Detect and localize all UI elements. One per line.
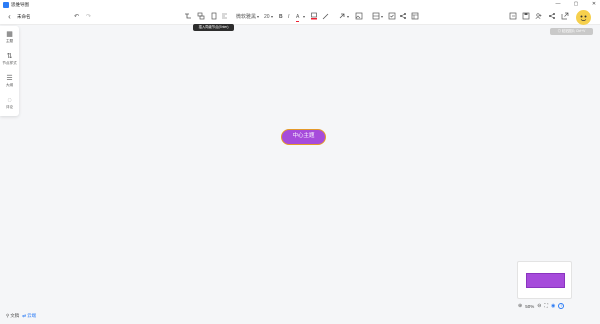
border-color-icon[interactable] (322, 12, 330, 22)
table-icon[interactable] (411, 12, 419, 22)
insert-sibling-icon[interactable] (196, 12, 205, 22)
share-icon[interactable] (548, 12, 556, 22)
image-icon[interactable] (355, 12, 363, 22)
bottom-left-bar: ⚲ 文稿 ⇄ 云端 (6, 311, 36, 320)
cloud-sync-icon: ⇄ (22, 312, 27, 318)
minimap[interactable] (517, 261, 572, 299)
toolbar-tooltip: 插入同级节点(Enter) (193, 24, 234, 31)
app-name: 思维导图 (11, 1, 29, 7)
minimap-node (526, 273, 565, 288)
open-external-icon[interactable] (561, 12, 569, 22)
redo-icon[interactable]: ↷ (84, 12, 93, 22)
central-topic-node[interactable]: 中心主题 (281, 129, 326, 145)
font-size-caret-icon[interactable]: ▾ (271, 12, 273, 22)
outline-icon: ☰ (6, 75, 13, 82)
font-family-select[interactable]: 微软雅黑 (236, 12, 256, 22)
cloud-label: 云端 (27, 312, 37, 318)
save-icon[interactable] (522, 12, 530, 22)
panel-item-label: 大纲 (5, 83, 14, 87)
window-controls: — ▢ ✕ (555, 0, 597, 9)
editor-toolbar: ‹ 未命名 ↶ ↷ 微软雅黑 ▾ 20 ▾ B I A ▾ ▾ ▾ (0, 9, 600, 25)
panel-item-label: 主题 (5, 39, 14, 43)
maximize-button[interactable]: ▢ (573, 0, 579, 9)
undo-icon[interactable]: ↶ (72, 12, 81, 22)
zoom-level: 50% (525, 303, 535, 309)
paste-hint-badge[interactable]: ◎ 粘贴图片 Ctrl+V (550, 28, 593, 35)
back-icon[interactable]: ‹ (5, 12, 14, 22)
avatar[interactable] (576, 10, 591, 25)
panel-item-label: 节点样式 (2, 61, 17, 65)
zoom-out-icon[interactable]: ⊖ (537, 303, 541, 309)
grid-icon: ▦ (6, 31, 13, 38)
export-icon[interactable] (509, 12, 517, 22)
minimize-button[interactable]: — (555, 0, 561, 9)
insert-child-icon[interactable] (183, 12, 192, 22)
help-icon[interactable]: ? (558, 303, 565, 309)
font-size-select[interactable]: 20 (264, 12, 270, 22)
document-label: 文稿 (10, 312, 20, 318)
bold-button[interactable]: B (279, 12, 283, 22)
title-bar: 思维导图 — ▢ ✕ (0, 0, 600, 9)
layout-icon[interactable] (372, 12, 380, 22)
fit-screen-icon[interactable]: ⛶ (544, 303, 548, 309)
font-color-button[interactable]: A (296, 12, 300, 22)
document-icon: ⚲ (6, 312, 10, 318)
document-title[interactable]: 未命名 (17, 12, 31, 22)
insert-parent-icon[interactable] (209, 12, 218, 22)
layout-caret-icon[interactable]: ▾ (381, 12, 383, 22)
collaborate-icon[interactable] (535, 12, 543, 22)
panel-item-node-style[interactable]: ⇅ 节点样式 (0, 50, 19, 70)
app-logo-icon (3, 1, 9, 8)
link-icon[interactable] (338, 12, 346, 22)
node-style-icon: ⇅ (6, 53, 13, 60)
view-mode-icon[interactable]: ◉ (551, 303, 555, 309)
share-relation-icon[interactable] (399, 12, 407, 22)
summary-icon[interactable] (220, 12, 229, 22)
link-caret-icon[interactable]: ▾ (347, 12, 349, 22)
panel-item-comments[interactable]: ◌ 评论 (0, 94, 19, 114)
panel-item-label: 评论 (5, 105, 14, 109)
italic-button[interactable]: I (288, 12, 289, 22)
panel-item-theme[interactable]: ▦ 主题 (0, 28, 19, 48)
close-button[interactable]: ✕ (591, 0, 597, 9)
font-family-caret-icon[interactable]: ▾ (257, 12, 259, 22)
fill-color-icon[interactable] (311, 12, 317, 22)
zoom-controls: ⊕ 50% ⊖ ⛶ ◉ ? (518, 301, 565, 311)
panel-item-outline[interactable]: ☰ 大纲 (0, 72, 19, 92)
comment-icon: ◌ (7, 97, 12, 104)
cloud-button[interactable]: ⇄ 云端 (22, 313, 36, 319)
left-panel: ▦ 主题 ⇅ 节点样式 ☰ 大纲 ◌ 评论 (0, 26, 19, 116)
document-button[interactable]: ⚲ 文稿 (6, 313, 19, 319)
font-color-caret-icon[interactable]: ▾ (303, 12, 305, 22)
task-icon[interactable] (388, 12, 396, 22)
zoom-in-icon[interactable]: ⊕ (518, 303, 522, 309)
